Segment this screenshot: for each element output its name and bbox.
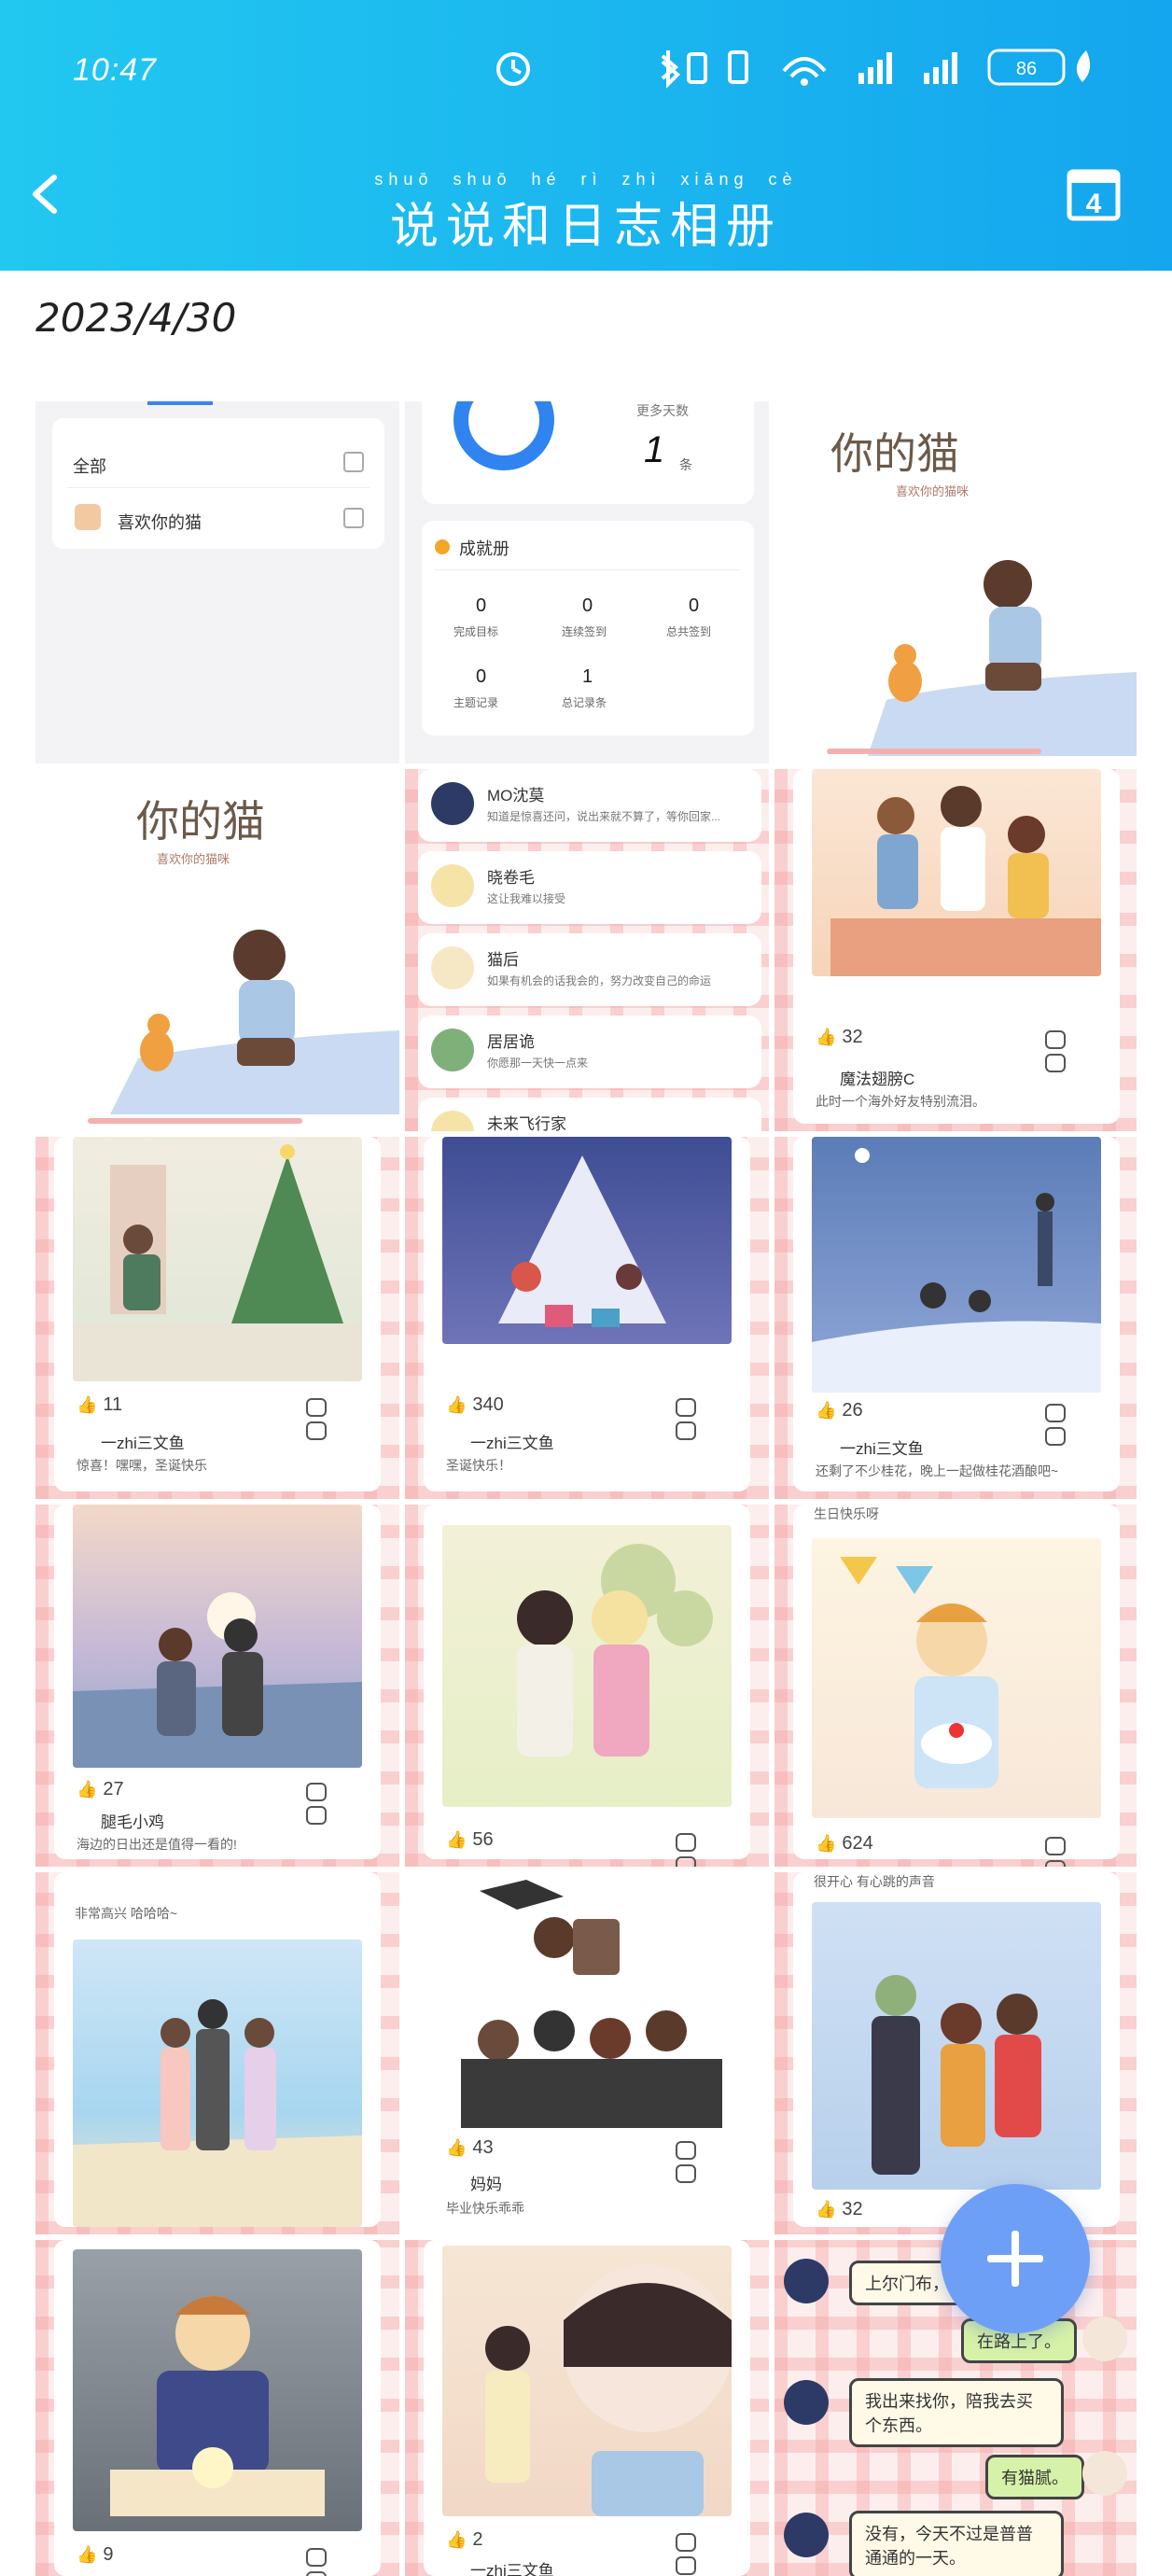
contact-item: 猫后 如果有机会的话我会的，努力改变自己的命运 [418,933,761,1006]
share-icon [676,1421,696,1440]
thumb-cover-2[interactable]: 你的猫 喜欢你的猫咪 [35,769,399,1131]
bluetooth-icon [661,50,680,89]
share-icon [1045,1860,1066,1867]
share-icon [676,2556,696,2575]
comment-icon [306,1783,327,1801]
share-icon [676,2164,696,2183]
comment-icon [676,1833,696,1852]
thumb-post-8[interactable]: 非常高兴 哈哈哈~ [35,1872,399,2234]
contact-item: 居居诡 你愿那一天快一点来 [418,1015,761,1088]
comment-icon [1045,1030,1066,1049]
share-icon [306,1806,327,1825]
share-icon [306,2571,327,2576]
comment-icon [306,1398,327,1417]
comment-icon [676,1398,696,1417]
comment-icon [676,2141,696,2160]
thumb-post-10[interactable]: 很开心 有心跳的声音 32 [774,1872,1137,2234]
svg-text:4: 4 [1086,189,1102,219]
share-icon [1045,1054,1066,1072]
share-icon [676,1856,696,1867]
share-icon [306,1421,327,1440]
chat-bubble: 我出来找你，陪我去买个东西。 [849,2378,1064,2447]
wifi-icon [782,57,827,78]
comment-icon [1045,1404,1066,1422]
add-button[interactable] [941,2184,1090,2333]
album-date: 2023/4/30 [35,295,237,341]
status-icons: 86 [496,49,1091,89]
comment-icon [676,2533,696,2552]
comment-icon [306,2548,327,2567]
thumb-post-4[interactable]: 26 一zhi三文鱼 还剩了不少桂花，晚上一起做桂花酒酿吧~ [774,1137,1137,1499]
contact-item: MO沈莫 知道是惊喜还问，说出来就不算了，等你回家... [418,769,761,842]
status-time: 10:47 [73,52,158,88]
contact-item: 未来飞行家 [418,1098,761,1131]
thumb-post-2[interactable]: 11 一zhi三文鱼 惊喜！嘿嘿，圣诞快乐 [35,1137,399,1499]
thumb-settings-1[interactable]: 全部 喜欢你的猫 [35,401,399,763]
thumb-post-1[interactable]: 32 魔法翅膀C 此时一个海外好友特别流泪。 [774,769,1137,1131]
thumb-cover-1[interactable]: 你的猫 喜欢你的猫咪 [774,401,1137,763]
chat-bubble: 有猫腻。 [985,2455,1084,2499]
back-button[interactable] [19,166,75,222]
chevron-left-icon [33,175,57,214]
thumb-post-11[interactable]: 9 [35,2240,399,2576]
contact-item: 晓卷毛 这让我难以接受 [418,851,761,924]
calendar-button[interactable]: 4 [1064,164,1123,224]
thumb-settings-2[interactable]: 更多天数 1 条 成就册 0 完成目标 0 连续签到 0 总共签到 0 主题记录… [405,401,769,763]
app-header: 10:47 86 shuō shuō hé rì zhì xiāng cè 说说… [0,0,1172,271]
page-title: 说说和日志相册 [389,199,782,255]
thumb-post-6[interactable]: 56 [405,1505,769,1867]
thumb-post-9[interactable]: 43 妈妈 毕业快乐乖乖 [405,1872,769,2234]
svg-text:86: 86 [1016,59,1037,79]
thumb-post-12[interactable]: 2 一zhi三文鱼 [405,2240,769,2576]
vibrate-icon [728,50,748,84]
thumb-post-5[interactable]: 27 腿毛小鸡 海边的日出还是值得一看的! [35,1505,399,1867]
thumb-contacts[interactable]: MO沈莫 知道是惊喜还问，说出来就不算了，等你回家... 晓卷毛 这让我难以接受… [405,769,769,1131]
chat-bubble: 没有，今天不过是普普通通的一天。 [849,2511,1064,2576]
thumb-post-7[interactable]: 生日快乐呀 624 [774,1505,1137,1867]
comment-icon [1045,1837,1066,1855]
share-icon [1045,1427,1066,1446]
thumb-post-3[interactable]: 340 一zhi三文鱼 圣诞快乐！ [405,1137,769,1499]
